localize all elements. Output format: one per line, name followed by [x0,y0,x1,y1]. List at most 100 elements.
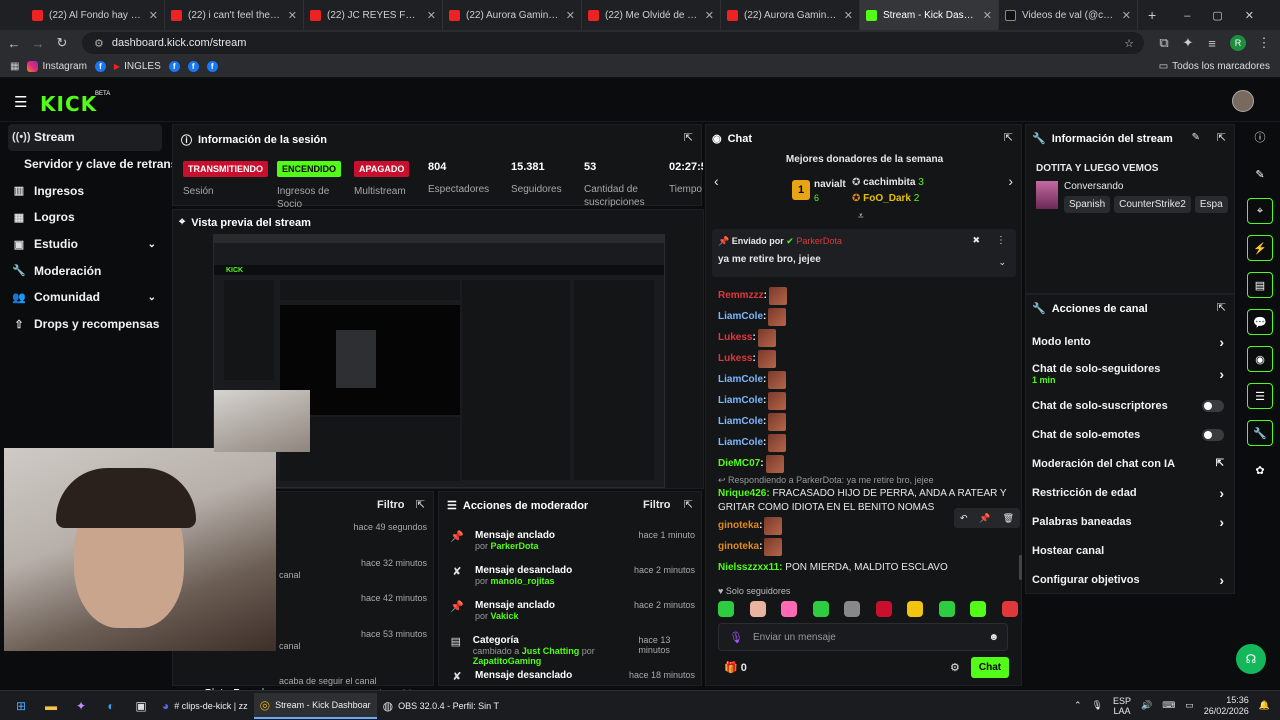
channel-action-row[interactable]: Chat de solo-suscriptores [1026,391,1236,420]
taskbar-app[interactable]: ◍ OBS 32.0.4 - Perfil: Sin T [377,693,505,719]
donor-name[interactable]: navialt [814,179,846,190]
user-avatar[interactable] [1232,90,1254,112]
mod-action-row[interactable]: 📌 Mensaje anclado por Vakick hace 2 minutos [449,596,695,631]
chat-input[interactable]: 🎙 Enviar un mensaje ☻ [718,623,1008,651]
browser-tab[interactable]: (22) Aurora Gaming vs. Xt ✕ [443,0,582,30]
chevron-right-icon[interactable]: › [1219,366,1224,382]
chevron-right-icon[interactable]: › [1219,514,1224,530]
close-tab-icon[interactable]: ✕ [566,9,575,22]
close-tab-icon[interactable]: ✕ [288,9,297,22]
chat-user[interactable]: DieMC07 [718,458,760,469]
channel-action-row[interactable]: Chat de solo-seguidores 1 min › [1026,356,1236,391]
close-tab-icon[interactable]: ✕ [705,9,714,22]
popout-icon[interactable]: ⇱ [416,498,425,511]
browser-tab[interactable]: (22) Al Fondo hay Sitio 8: ✕ [26,0,165,30]
palette-icon[interactable]: ✿ [1247,457,1273,483]
emote-picker-icon[interactable] [749,601,766,617]
sidebar-item-1[interactable]: Servidor y clave de retransmisión [0,151,216,178]
target-icon[interactable]: ⌖ [1247,198,1273,224]
close-tab-icon[interactable]: ✕ [844,9,853,22]
chevron-down-icon[interactable]: ⌄ [148,239,156,250]
emote-picker-icon[interactable] [875,601,892,617]
chat-user[interactable]: LiamCole [718,311,763,322]
close-tab-icon[interactable]: ✕ [149,9,158,22]
channel-action-row[interactable]: Configurar objetivos › [1026,565,1236,594]
chat-user[interactable]: Remmzzz [718,290,764,301]
browser-tab[interactable]: (22) JC REYES FT CAMIN ✕ [304,0,443,30]
channel-action-row[interactable]: Chat de solo-emotes [1026,420,1236,449]
sidebar-item-4[interactable]: ▣ Estudio ⌄ [0,231,170,258]
prev-arrow-icon[interactable]: ‹ [714,173,719,189]
chat-user[interactable]: Nielsszzxx11 [718,562,779,573]
all-bookmarks[interactable]: ▭ Todos los marcadores [1159,61,1270,72]
channel-action-row[interactable]: Moderación del chat con IA ⇱ [1026,449,1236,478]
sidebar-item-0[interactable]: ((•)) Stream [8,124,162,151]
speaker-icon[interactable]: 🔊 [1141,700,1152,711]
sidebar-item-3[interactable]: ▦ Logros [0,204,170,231]
chat-user[interactable]: LiamCole [718,437,763,448]
popout-icon[interactable]: ⇱ [684,131,693,144]
chat-user[interactable]: LiamCole [718,395,763,406]
channel-action-row[interactable]: Modo lento › [1026,327,1236,356]
browser-tab[interactable]: Stream - Kick Dashboard ✕ [860,0,999,30]
media-icon[interactable]: ≡ [1200,36,1224,51]
copilot-icon[interactable]: ✦ [68,695,94,717]
mod-action-row[interactable]: ▤ Categoría cambiado a Just Chatting por Z… [449,631,695,666]
delete-icon[interactable]: 🗑 [1003,513,1014,524]
unpin-icon[interactable]: ✖ [972,235,980,246]
hamburger-menu-icon[interactable]: ☰ [14,93,27,111]
chat-user[interactable]: ginoteka [718,520,759,531]
mod-action-user[interactable]: Just Chatting [522,646,580,656]
toggle-switch[interactable] [1202,399,1224,412]
mod-action-user[interactable]: ZapatitoGaming [473,656,542,666]
store-icon[interactable]: ▣ [128,695,154,717]
points-display[interactable]: 🎁 0 [724,661,747,674]
chat-user[interactable]: Lukess [718,353,752,364]
popout-icon[interactable]: ⇱ [1217,131,1226,144]
browser-tab[interactable]: (22) Me Olvidé de Tu Am ✕ [582,0,721,30]
taskbar-app[interactable]: ◎ Stream - Kick Dashboar [253,692,377,719]
emote-picker-icon[interactable] [812,601,829,617]
emote-picker-icon[interactable] [781,601,798,617]
broadcast-icon[interactable]: ◉ [1247,346,1273,372]
browser-menu-icon[interactable]: ⋮ [1252,35,1276,51]
pin-icon[interactable]: 📌 [979,513,990,524]
chat-bubble-icon[interactable]: 💬 [1247,309,1273,335]
browser-tab[interactable]: Videos de val (@caqu ✕ [999,0,1138,30]
emote-picker-icon[interactable] [1001,601,1018,617]
browser-tab[interactable]: (22) i can't feel the way i d ✕ [165,0,304,30]
mod-action-row[interactable]: ✘ Mensaje desanclado por manolo_rojitas hac… [449,561,695,596]
wrench-icon[interactable]: 🔧 [1247,420,1273,446]
chevron-right-icon[interactable]: › [1219,334,1224,350]
sidebar-item-2[interactable]: ▥ Ingresos [0,177,170,204]
chat-user[interactable]: Nrique426 [718,488,766,499]
facebook-icon[interactable]: f [94,61,106,72]
site-info-icon[interactable]: ⚙ [94,37,104,50]
send-chat-button[interactable]: Chat [971,657,1009,678]
kick-logo[interactable]: KICK [40,92,97,116]
lightning-icon[interactable]: ⚡ [1247,235,1273,261]
microphone-icon[interactable]: 🎙 [729,631,743,644]
chevron-up-icon[interactable]: ⌃ [1074,700,1082,711]
toggle-switch[interactable] [1202,428,1224,441]
popout-icon[interactable]: ⇱ [1004,131,1013,144]
popout-icon[interactable]: ⇱ [1217,301,1226,314]
window-controls[interactable]: –▢✕ [1184,9,1280,22]
chat-scrollbar[interactable] [1019,555,1022,580]
layers-icon[interactable]: ☰ [1247,383,1273,409]
file-explorer-icon[interactable]: ▬ [38,695,64,717]
apps-grid-icon[interactable]: ▦ [10,61,19,72]
emote-picker-icon[interactable] [718,601,734,617]
popout-icon[interactable]: ⇱ [684,498,693,511]
sidebar-item-6[interactable]: 👥 Comunidad ⌄ [0,284,170,311]
donor-name[interactable]: cachimbita [863,177,915,188]
emote-picker-icon[interactable] [938,601,955,617]
close-tab-icon[interactable]: ✕ [983,9,992,22]
chat-user[interactable]: LiamCole [718,374,763,385]
reload-icon[interactable]: ↻ [50,35,74,51]
bookmark-star-icon[interactable]: ☆ [1124,37,1134,50]
next-arrow-icon[interactable]: › [1008,173,1013,189]
pinned-user[interactable]: ParkerDota [796,236,842,246]
stream-tag[interactable]: CounterStrike2 [1114,196,1191,213]
clock[interactable]: 15:36 26/02/2026 [1204,695,1249,717]
